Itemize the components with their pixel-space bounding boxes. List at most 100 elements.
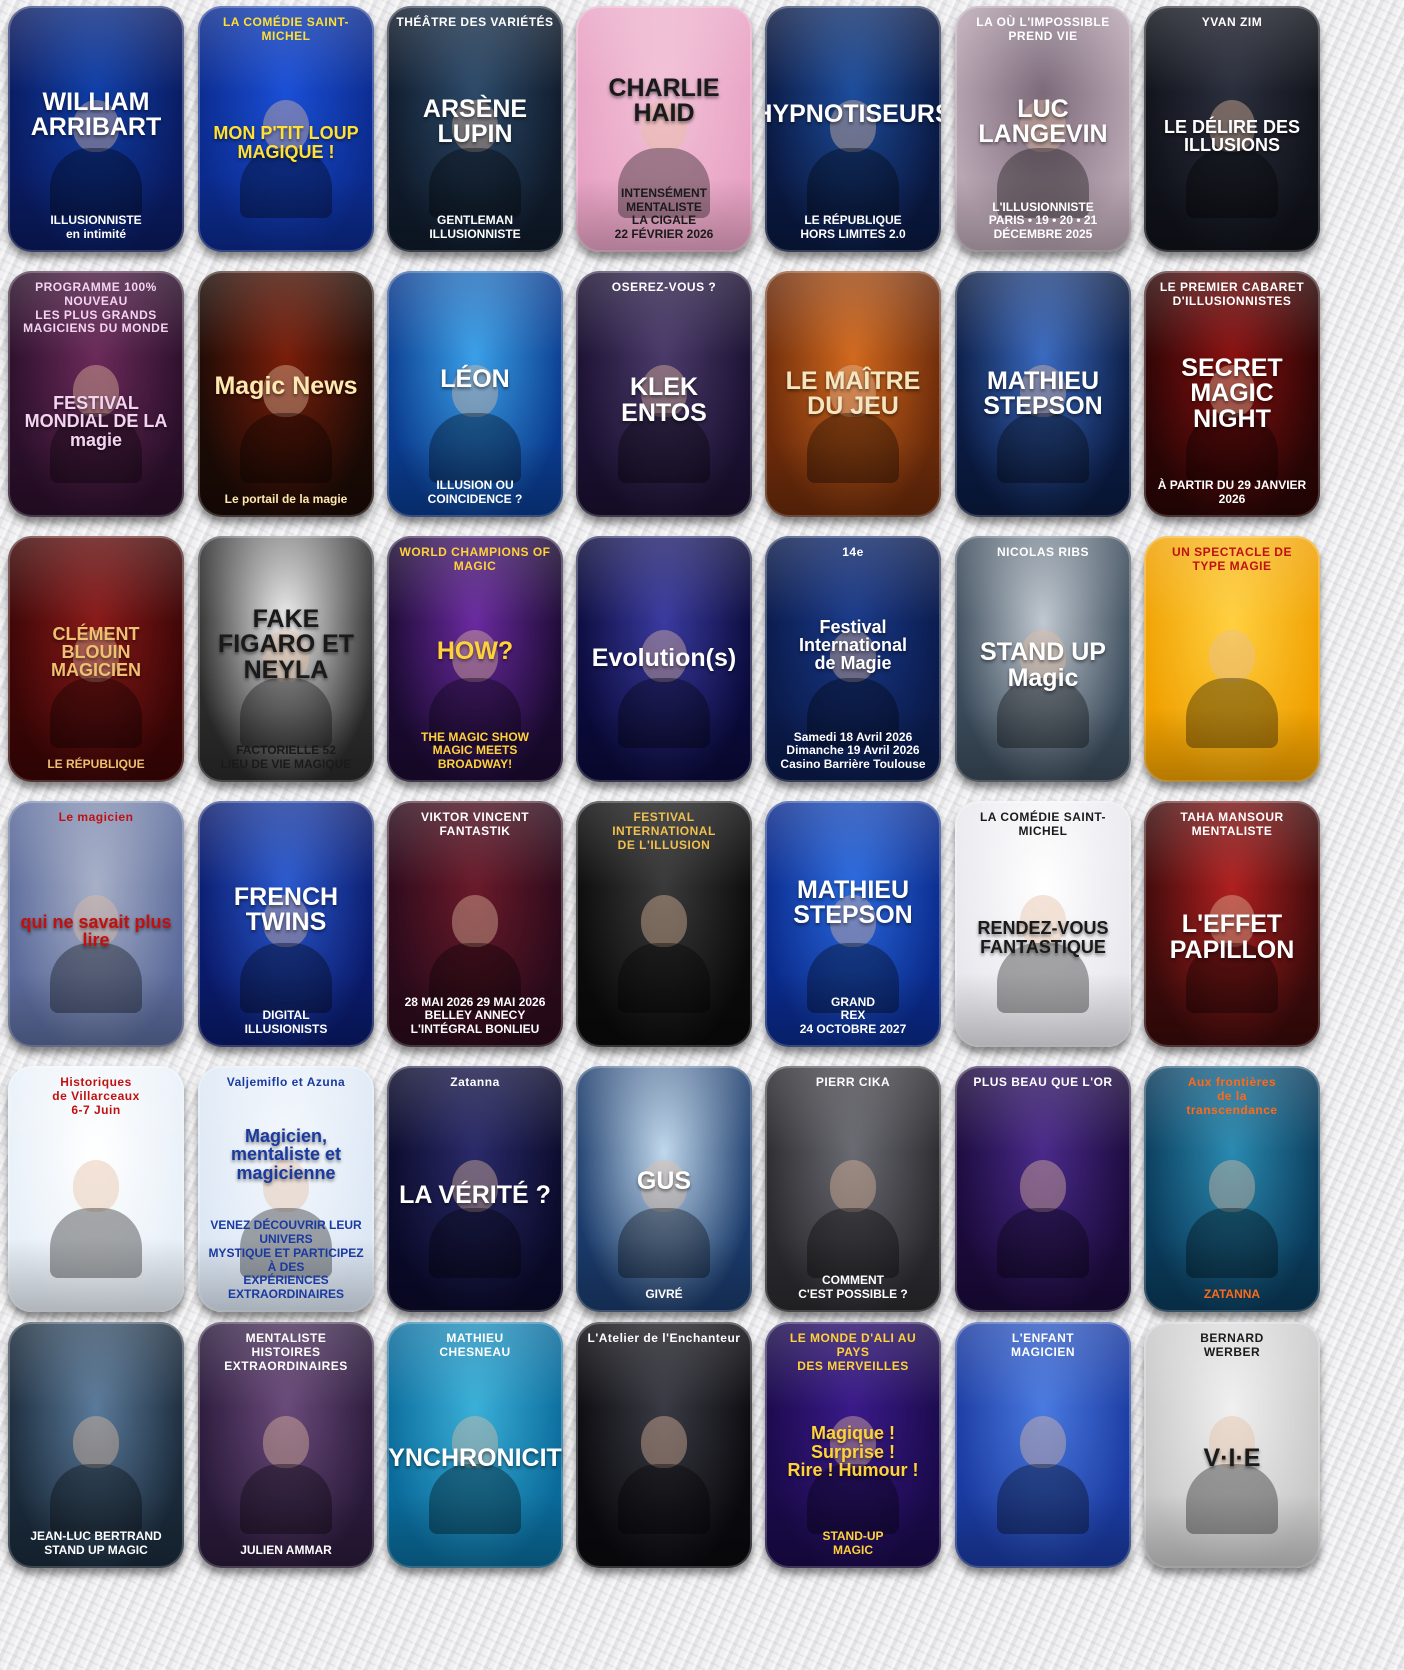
poster-footer: STAND-UP MAGIC [822,1529,884,1558]
performer-silhouette [1186,1415,1278,1534]
poster-footer: ZATANNA [1203,1287,1261,1302]
poster-title: V·I·E [1203,1444,1261,1473]
show-poster[interactable]: Valjemiflo et Azuna Magicien, mentaliste … [198,1066,374,1312]
show-poster[interactable]: THÉÂTRE DES VARIÉTÉS ARSÈNE LUPIN GENTLEMA… [387,6,563,252]
show-poster[interactable]: YVAN ZIM LE DÉLIRE DES ILLUSIONS [1144,6,1320,252]
show-poster[interactable]: MATHIEU STEPSON [955,271,1131,517]
poster-title: STAND UP Magic [980,638,1106,692]
poster-title: FAKE FIGARO ET NEYLA [217,604,355,684]
show-poster[interactable]: WILLIAM ARRIBART ILLUSIONNISTE en intimit… [8,6,184,252]
poster-footer: Le portail de la magie [224,492,348,507]
show-poster[interactable]: LA OÙ L'IMPOSSIBLE PREND VIE LUC LANGEVIN… [955,6,1131,252]
show-poster[interactable]: Aux frontières de la transcendance ZATANN… [1144,1066,1320,1312]
show-poster[interactable]: PROGRAMME 100% NOUVEAU LES PLUS GRANDS M… [8,271,184,517]
show-poster[interactable]: BERNARD WERBER V·I·E [1144,1322,1320,1568]
poster-title: RENDEZ-VOUS FANTASTIQUE [977,918,1109,957]
poster-title: KLEK ENTOS [621,373,707,427]
performer-silhouette [997,1415,1089,1534]
poster-header: L'ENFANT MAGICIEN [1011,1331,1075,1359]
show-poster[interactable]: OSEREZ-VOUS ? KLEK ENTOS [576,271,752,517]
show-poster[interactable]: TAHA MANSOUR MENTALISTE L'EFFET PAPILLON [1144,801,1320,1047]
poster-footer: VENEZ DÉCOUVRIR LEUR UNIVERS MYSTIQUE ET… [208,1218,364,1302]
poster-footer: ILLUSION OU COINCIDENCE ? [427,478,523,507]
show-poster[interactable]: LA COMÉDIE SAINT-MICHEL RENDEZ-VOUS FANTA… [955,801,1131,1047]
poster-header: MENTALISTE HISTOIRES EXTRAORDINAIRES [224,1331,348,1373]
poster-title: MON P'TIT LOUP MAGIQUE ! [213,123,359,162]
poster-title: SECRET MAGIC NIGHT [1181,353,1283,433]
poster-header: Valjemiflo et Azuna [226,1075,346,1089]
poster-header: BERNARD WERBER [1200,1331,1264,1359]
poster-title: SYNCHRONICITÉ [387,1444,563,1473]
show-poster[interactable]: MENTALISTE HISTOIRES EXTRAORDINAIRES JULI… [198,1322,374,1568]
performer-silhouette [240,1415,332,1534]
show-poster[interactable]: L'ENFANT MAGICIEN [955,1322,1131,1568]
performer-silhouette [50,1159,142,1278]
poster-header: Aux frontières de la transcendance [1186,1075,1278,1117]
show-poster[interactable]: Zatanna LA VÉRITÉ ? [387,1066,563,1312]
poster-title: FESTIVAL MONDIAL DE LA magie [24,393,168,450]
show-poster[interactable]: LE MAÎTRE DU JEU [765,271,941,517]
show-poster[interactable]: NICOLAS RIBS STAND UP Magic [955,536,1131,782]
performer-silhouette [618,894,710,1013]
show-poster[interactable]: PLUS BEAU QUE L'OR [955,1066,1131,1312]
show-poster[interactable]: 14e Festival International de Magie Samedi… [765,536,941,782]
poster-title: LUC LANGEVIN [978,94,1108,149]
show-poster[interactable]: Evolution(s) [576,536,752,782]
poster-title: qui ne savait plus lire [20,911,172,950]
show-poster[interactable]: MATHIEU CHESNEAU SYNCHRONICITÉ [387,1322,563,1568]
poster-footer: JEAN-LUC BERTRAND STAND UP MAGIC [30,1529,162,1558]
show-poster[interactable]: CLÉMENT BLOUIN MAGICIEN LE RÉPUBLIQUE [8,536,184,782]
poster-footer: THE MAGIC SHOW MAGIC MEETS BROADWAY! [421,729,529,772]
poster-footer: Samedi 18 Avril 2026 Dimanche 19 Avril 2… [780,729,926,772]
show-poster[interactable]: LÉON ILLUSION OU COINCIDENCE ? [387,271,563,517]
show-poster[interactable]: L'Atelier de l'Enchanteur [576,1322,752,1568]
poster-header: LA COMÉDIE SAINT-MICHEL [979,810,1107,838]
poster-footer: GRAND REX 24 OCTOBRE 2027 [799,994,907,1037]
show-poster[interactable]: Le magicien qui ne savait plus lire [8,801,184,1047]
poster-header: LE PREMIER CABARET D'ILLUSIONNISTES [1159,280,1305,308]
poster-header: VIKTOR VINCENT FANTASTIK [420,810,530,838]
performer-silhouette [50,1415,142,1534]
performer-silhouette [618,1415,710,1534]
poster-header: OSEREZ-VOUS ? [611,280,717,294]
poster-footer: L'ILLUSIONNISTE PARIS • 19 • 20 • 21 DÉC… [988,199,1098,242]
poster-footer: FACTORIELLE 52 LIEU DE VIE MAGIQUE [220,743,352,772]
poster-header: LA COMÉDIE SAINT-MICHEL [222,15,350,43]
poster-header: Zatanna [450,1075,500,1089]
show-poster[interactable]: VIKTOR VINCENT FANTASTIK 28 MAI 2026 29 M… [387,801,563,1047]
poster-footer: ILLUSIONNISTE en intimité [50,213,142,242]
show-poster[interactable]: FESTIVAL INTERNATIONAL DE L'ILLUSION [576,801,752,1047]
poster-header: L'Atelier de l'Enchanteur [587,1331,741,1345]
show-poster[interactable]: Magic News Le portail de la magie [198,271,374,517]
poster-header: WORLD CHAMPIONS OF MAGIC [399,545,551,573]
show-poster[interactable]: GUS GIVRÉ [576,1066,752,1312]
show-poster[interactable]: LE PREMIER CABARET D'ILLUSIONNISTES SECRE… [1144,271,1320,517]
poster-header: MATHIEU CHESNEAU [439,1331,511,1359]
show-poster[interactable]: WORLD CHAMPIONS OF MAGIC HOW? THE MAGIC SH… [387,536,563,782]
show-poster[interactable]: FAKE FIGARO ET NEYLA FACTORIELLE 52 LIEU … [198,536,374,782]
performer-silhouette [429,1415,521,1534]
poster-title: CHARLIE HAID [608,73,720,128]
poster-title: Magicien, mentaliste et magicienne [230,1125,342,1183]
poster-footer: LE RÉPUBLIQUE [47,757,145,772]
poster-title: ARSÈNE LUPIN [422,94,528,149]
show-poster[interactable]: FRENCH TWINS DIGITAL ILLUSIONISTS [198,801,374,1047]
show-poster[interactable]: Historiques de Villarceaux 6-7 Juin [8,1066,184,1312]
poster-title: MATHIEU STEPSON [793,875,913,930]
show-poster[interactable]: HYPNOTISEURS LE RÉPUBLIQUE HORS LIMITES 2… [765,6,941,252]
show-poster[interactable]: CHARLIE HAID INTENSÉMENT MENTALISTE LA CI… [576,6,752,252]
show-poster[interactable]: UN SPECTACLE DE TYPE MAGIE [1144,536,1320,782]
show-poster[interactable]: MATHIEU STEPSON GRAND REX 24 OCTOBRE 2027 [765,801,941,1047]
show-poster[interactable]: LA COMÉDIE SAINT-MICHEL MON P'TIT LOUP MA… [198,6,374,252]
poster-footer: JULIEN AMMAR [240,1543,332,1558]
show-poster[interactable]: LE MONDE D'ALI AU PAYS DES MERVEILLES Mag… [765,1322,941,1568]
poster-title: HOW? [436,637,514,666]
poster-title: L'EFFET PAPILLON [1169,910,1295,964]
show-poster[interactable]: JEAN-LUC BERTRAND STAND UP MAGIC [8,1322,184,1568]
poster-header: UN SPECTACLE DE TYPE MAGIE [1172,545,1292,573]
show-poster[interactable]: PIERR CIKA COMMENT C'EST POSSIBLE ? [765,1066,941,1312]
poster-header: PLUS BEAU QUE L'OR [973,1075,1113,1089]
poster-header: FESTIVAL INTERNATIONAL DE L'ILLUSION [612,810,716,852]
performer-silhouette [429,1159,521,1278]
poster-title: MATHIEU STEPSON [983,366,1103,420]
